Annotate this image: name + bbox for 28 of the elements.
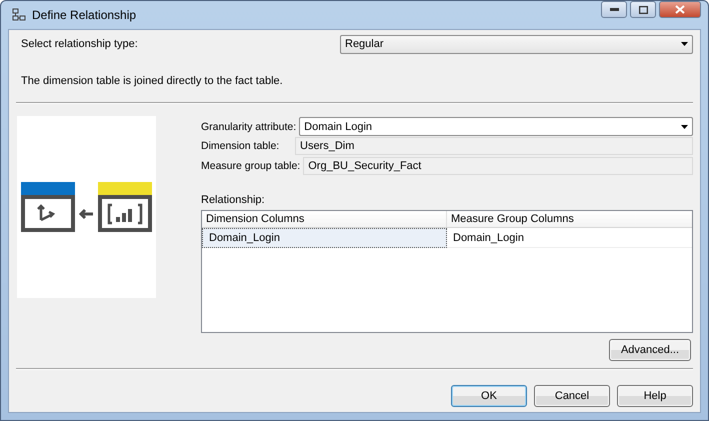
field-label: Granularity attribute: — [201, 120, 298, 132]
readonly-field: Org_BU_Security_Fact — [303, 156, 693, 175]
readonly-field: Users_Dim — [295, 137, 693, 156]
field-label: Dimension table: — [201, 140, 280, 152]
maximize-button[interactable] — [630, 1, 656, 18]
relationship-type-label: Select relationship type: — [21, 38, 139, 50]
table-cell[interactable]: Domain_Login — [202, 228, 447, 248]
minimize-button[interactable] — [601, 1, 627, 18]
column-header[interactable]: Measure Group Columns — [447, 211, 692, 228]
close-icon — [675, 5, 685, 14]
advanced-button[interactable]: Advanced... — [609, 338, 691, 361]
relationship-type-dropdown[interactable]: Regular — [340, 34, 693, 54]
window-title: Define Relationship — [32, 8, 136, 22]
field-label: Measure group table: — [201, 160, 302, 172]
dropdown-arrow-icon — [681, 42, 688, 46]
maximize-icon — [638, 6, 648, 14]
relationship-label: Relationship: — [201, 194, 266, 206]
minimize-icon — [610, 8, 618, 11]
close-button[interactable] — [659, 1, 701, 18]
dialog-button[interactable]: Help — [617, 385, 693, 407]
table-cell[interactable]: Domain_Login — [447, 228, 692, 248]
description-text: The dimension table is joined directly to the fact table. — [20, 74, 284, 89]
dialog-button[interactable]: Cancel — [534, 385, 610, 407]
column-header[interactable]: Dimension Columns — [202, 211, 447, 228]
dropdown-arrow-icon — [681, 124, 688, 128]
dialog-button[interactable]: OK — [451, 385, 527, 407]
relationship-icon — [12, 8, 26, 22]
granularity-dropdown[interactable]: Domain Login — [299, 117, 693, 136]
